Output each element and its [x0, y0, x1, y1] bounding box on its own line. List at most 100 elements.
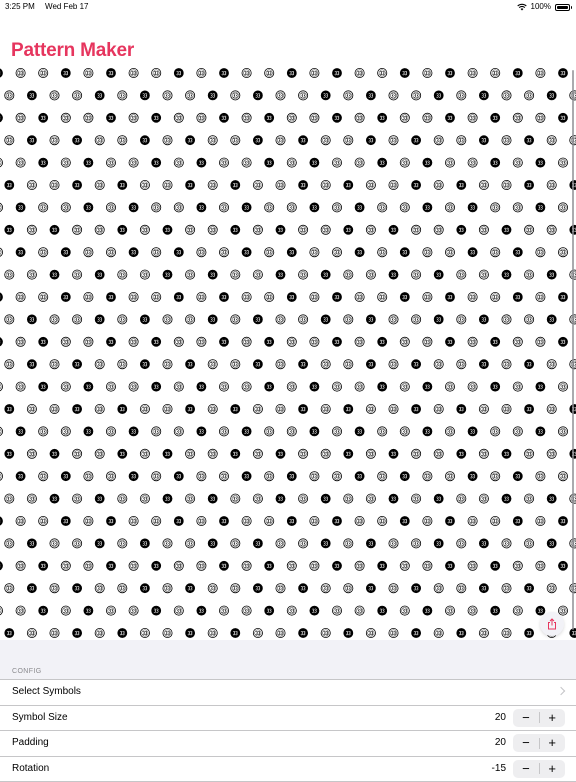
pattern-symbol-icon	[547, 180, 556, 189]
pattern-symbol-icon	[310, 382, 319, 391]
pattern-symbol-icon	[5, 91, 14, 100]
pattern-symbol-icon	[265, 427, 274, 436]
pattern-symbol-icon	[513, 516, 522, 525]
pattern-symbol-icon	[547, 136, 556, 145]
pattern-symbol-icon	[95, 628, 104, 637]
pattern-symbol-icon	[299, 404, 308, 413]
pattern-symbol-icon	[412, 628, 421, 637]
pattern-symbol-icon	[197, 516, 206, 525]
pattern-symbol-icon	[5, 225, 14, 234]
pattern-symbol-icon	[513, 292, 522, 301]
pattern-symbol-icon	[400, 68, 409, 77]
pattern-symbol-icon	[118, 494, 127, 503]
pattern-symbol-icon	[208, 270, 217, 279]
config-row-select-symbols[interactable]: Select Symbols	[0, 680, 576, 706]
pattern-symbol-icon	[106, 203, 115, 212]
pattern-symbol-icon	[5, 628, 14, 637]
pattern-symbol-icon	[332, 427, 341, 436]
pattern-symbol-icon	[73, 315, 82, 324]
pattern-symbol-icon	[0, 516, 3, 525]
pattern-symbol-icon	[50, 494, 59, 503]
pattern-symbol-icon	[231, 360, 240, 369]
pattern-symbol-icon	[27, 494, 36, 503]
pattern-symbol-icon	[27, 180, 36, 189]
scroll-indicator[interactable]	[572, 70, 574, 630]
pattern-symbol-icon	[412, 91, 421, 100]
symbol-size-decrement-button[interactable]: −	[513, 709, 539, 727]
pattern-symbol-icon	[50, 270, 59, 279]
pattern-symbol-icon	[253, 449, 262, 458]
pattern-symbol-icon	[73, 404, 82, 413]
pattern-symbol-icon	[434, 628, 443, 637]
padding-decrement-button[interactable]: −	[513, 734, 539, 752]
pattern-symbol-icon	[513, 427, 522, 436]
pattern-symbol-icon	[344, 494, 353, 503]
pattern-symbol-icon	[400, 472, 409, 481]
pattern-symbol-icon	[231, 270, 240, 279]
pattern-symbol-icon	[299, 136, 308, 145]
pattern-symbol-icon	[95, 136, 104, 145]
pattern-symbol-icon	[445, 427, 454, 436]
pattern-symbol-icon	[197, 382, 206, 391]
pattern-symbol-icon	[299, 628, 308, 637]
pattern-symbol-icon	[502, 539, 511, 548]
pattern-symbol-icon	[558, 113, 567, 122]
pattern-symbol-icon	[163, 539, 172, 548]
pattern-symbol-icon	[412, 449, 421, 458]
pattern-symbol-icon	[321, 180, 330, 189]
pattern-symbol-icon	[332, 203, 341, 212]
pattern-symbol-icon	[525, 225, 534, 234]
pattern-symbol-icon	[0, 292, 3, 301]
pattern-symbol-icon	[106, 472, 115, 481]
pattern-symbol-icon	[491, 158, 500, 167]
pattern-symbol-icon	[129, 337, 138, 346]
pattern-symbol-icon	[186, 91, 195, 100]
pattern-symbol-icon	[84, 158, 93, 167]
pattern-symbol-icon	[276, 91, 285, 100]
pattern-symbol-icon	[389, 584, 398, 593]
pattern-symbol-icon	[242, 203, 251, 212]
rotation-decrement-button[interactable]: −	[513, 760, 539, 778]
config-row-padding: Padding 20 − +	[0, 731, 576, 757]
pattern-symbol-icon	[468, 203, 477, 212]
share-button[interactable]	[540, 612, 564, 636]
config-row-label: Select Symbols	[12, 680, 81, 705]
pattern-symbol-icon	[16, 158, 25, 167]
padding-increment-button[interactable]: +	[539, 734, 565, 752]
rotation-increment-button[interactable]: +	[539, 760, 565, 778]
pattern-symbol-icon	[16, 248, 25, 257]
pattern-symbol-icon	[208, 360, 217, 369]
pattern-symbol-icon	[434, 360, 443, 369]
pattern-symbol-icon	[547, 494, 556, 503]
pattern-symbol-icon	[389, 539, 398, 548]
pattern-symbol-icon	[253, 315, 262, 324]
pattern-symbol-icon	[0, 248, 3, 257]
pattern-symbol-icon	[355, 292, 364, 301]
pattern-symbol-icon	[378, 472, 387, 481]
pattern-symbol-icon	[276, 584, 285, 593]
pattern-symbol-icon	[174, 158, 183, 167]
pattern-symbol-icon	[16, 561, 25, 570]
pattern-canvas	[0, 67, 576, 640]
pattern-symbol-icon	[106, 248, 115, 257]
pattern-symbol-icon	[95, 225, 104, 234]
pattern-symbol-icon	[366, 270, 375, 279]
pattern-symbol-icon	[491, 516, 500, 525]
pattern-symbol-icon	[163, 404, 172, 413]
symbol-size-increment-button[interactable]: +	[539, 709, 565, 727]
pattern-symbol-icon	[163, 584, 172, 593]
pattern-symbol-icon	[434, 136, 443, 145]
pattern-symbol-icon	[197, 606, 206, 615]
pattern-symbol-icon	[39, 516, 48, 525]
pattern-symbol-icon	[321, 270, 330, 279]
pattern-symbol-icon	[61, 337, 70, 346]
pattern-symbol-icon	[445, 472, 454, 481]
pattern-symbol-icon	[321, 628, 330, 637]
pattern-symbol-icon	[468, 337, 477, 346]
pattern-symbol-icon	[5, 404, 14, 413]
pattern-symbol-icon	[502, 584, 511, 593]
pattern-symbol-icon	[174, 561, 183, 570]
pattern-symbol-icon	[265, 68, 274, 77]
pattern-symbol-icon	[61, 606, 70, 615]
pattern-symbol-icon	[344, 539, 353, 548]
